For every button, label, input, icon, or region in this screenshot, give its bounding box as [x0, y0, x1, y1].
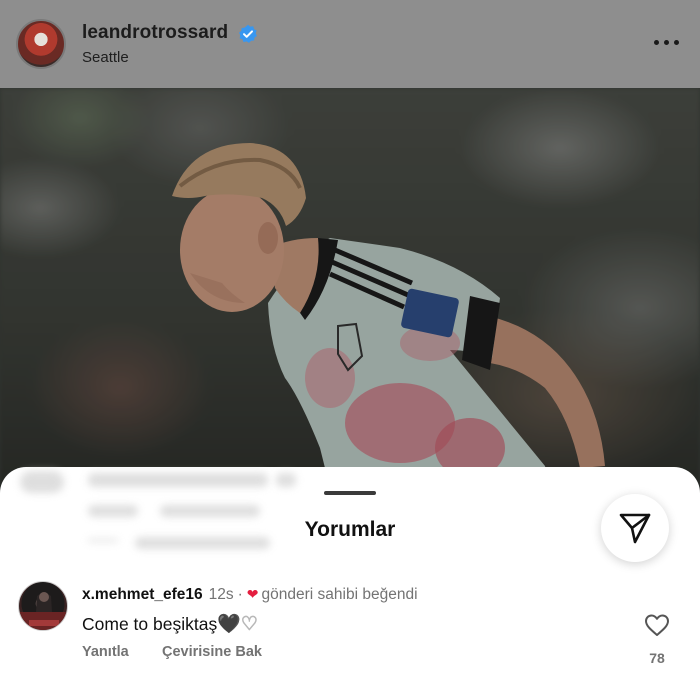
- author-avatar[interactable]: [16, 19, 66, 69]
- black-heart-emoji: 🖤: [217, 614, 241, 635]
- dim-overlay: [0, 88, 700, 508]
- comment-header: x.mehmet_efe16 12s · ❤ gönderi sahibi beğend…: [82, 586, 418, 604]
- liked-by-author-heart-icon: ❤: [246, 586, 259, 602]
- sheet-grabber[interactable]: [324, 491, 376, 495]
- author-username[interactable]: leandrotrossard: [82, 22, 228, 44]
- liked-by-author-label: gönderi sahibi beğendi: [261, 586, 418, 603]
- blurred-comment-line: [276, 473, 296, 487]
- post-image: [0, 88, 700, 508]
- sheet-title: Yorumlar: [304, 518, 396, 541]
- share-button[interactable]: [601, 494, 669, 562]
- verified-badge-icon: [239, 24, 257, 43]
- comment-timestamp: 12s: [208, 586, 234, 603]
- blurred-comment-line: [160, 505, 260, 517]
- commenter-username[interactable]: x.mehmet_efe16: [82, 586, 203, 603]
- comments-sheet: Yorumlar x.mehmet_efe16 12s · ❤ gönderi sahi…: [0, 467, 700, 674]
- reply-button[interactable]: Yanıtla: [82, 644, 129, 660]
- separator-dot: ·: [237, 586, 243, 603]
- blurred-comment-line: [88, 473, 268, 487]
- commenter-avatar[interactable]: [18, 581, 68, 631]
- more-options-icon[interactable]: [654, 40, 680, 46]
- screen: leandrotrossard Seattle Yorumlar x.mehme…: [0, 0, 700, 674]
- blurred-comment-avatar: [20, 471, 64, 493]
- paper-plane-icon: [619, 513, 651, 544]
- post-header: leandrotrossard Seattle: [0, 0, 700, 88]
- like-count: 78: [649, 650, 665, 666]
- comment-body: Come to beşiktaş: [82, 614, 218, 634]
- white-heart-emoji: ♡: [240, 614, 258, 636]
- post-location[interactable]: Seattle: [82, 49, 129, 66]
- like-heart-icon[interactable]: [644, 613, 670, 637]
- comment-text: Come to beşiktaş🖤♡: [82, 612, 258, 636]
- see-translation-button[interactable]: Çevirisine Bak: [162, 644, 262, 660]
- blurred-comment-line: [88, 505, 138, 517]
- commenter-avatar-photo: [19, 592, 67, 630]
